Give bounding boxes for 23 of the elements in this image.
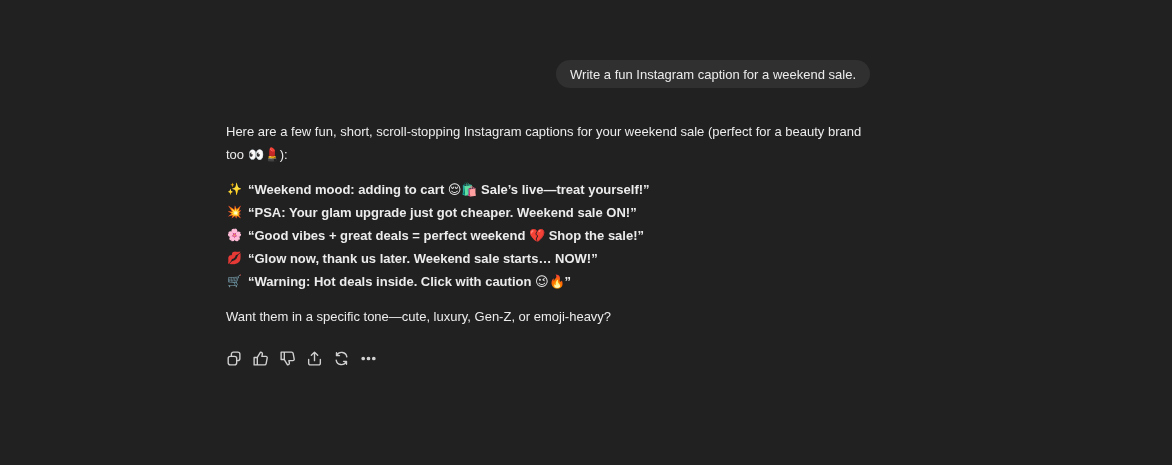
reply-paragraph: Want them in a specific tone—cute, luxury, Gen-Z, or emoji-heavy? [226, 308, 613, 326]
refresh-icon [333, 350, 350, 367]
share-icon [306, 350, 323, 367]
reply-paragraph: Here are a few fun, short, scroll-stopping Instagram captions for your weekend sale (perfect for a beauty brand too 👀💄): [226, 123, 863, 164]
emoji-icon: ✨ [226, 178, 242, 201]
copy-icon [225, 350, 242, 367]
caption-text: “Warning: Hot deals inside. Click with caution 😉🔥” [248, 273, 572, 291]
user-message: Write a fun Instagram caption for a weekend sale. [556, 60, 870, 88]
caption-text: “PSA: Your glam upgrade just got cheaper. Weekend sale ON!” [248, 204, 637, 222]
thumbs-down-icon [279, 350, 296, 367]
caption-text: “Glow now, thank us later. Weekend sale starts… NOW!” [248, 250, 598, 268]
thumbs-up-icon [252, 350, 269, 367]
refresh-button[interactable] [333, 350, 350, 367]
caption-text: “Weekend mood: adding to cart 😌🛍 Sale’s live—treat yourself!” [248, 181, 650, 199]
emoji-icon: 💥 [226, 201, 242, 224]
copy-button[interactable] [225, 350, 242, 367]
thumbs-down-button[interactable] [279, 350, 296, 367]
caption-text: “Good vibes + great deals = perfect weekend 💔 Shop the sale!” [248, 227, 644, 245]
emoji-icon: 🌸 [226, 224, 242, 247]
share-button[interactable] [306, 350, 323, 367]
emoji-icon: 💋 [226, 247, 242, 270]
thumbs-up-button[interactable] [252, 350, 269, 367]
emoji-icon: 🛒 [226, 270, 242, 293]
